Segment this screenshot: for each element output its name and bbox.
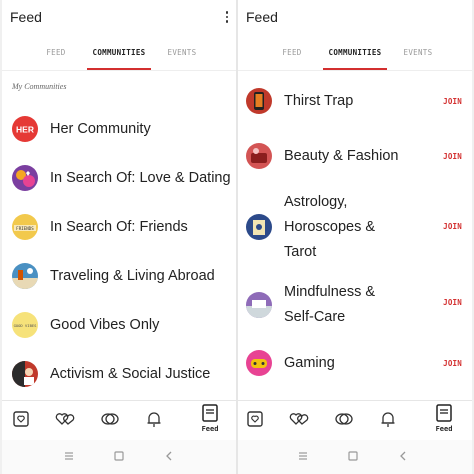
feed-nav-item[interactable]: Feed	[432, 404, 456, 438]
tab-feed[interactable]: FEED	[24, 38, 88, 70]
community-name-line-2: Self-Care	[284, 309, 346, 325]
community-name: Activism & Social Justice	[50, 366, 211, 382]
community-name: In Search Of: Love & Dating	[50, 170, 231, 186]
bottom-navigation: Feed	[2, 400, 236, 439]
community-name: Thirst Trap	[284, 93, 354, 109]
community-name: Good Vibes Only	[50, 317, 160, 333]
feed-nav-label: Feed	[201, 425, 219, 433]
home-system-icon[interactable]	[346, 449, 360, 463]
community-name-line-1: Astrology,	[284, 194, 348, 210]
app-bar: Feed	[238, 0, 472, 36]
community-row-her-community[interactable]: HER Her Community	[10, 114, 236, 144]
suggested-community-gaming[interactable]: Gaming JOIN	[244, 349, 470, 379]
bottom-navigation: Feed	[238, 400, 472, 439]
beauty-fashion-avatar	[246, 143, 272, 169]
mindfulness-avatar	[246, 292, 272, 318]
bell-icon[interactable]	[144, 409, 164, 429]
join-button[interactable]: JOIN	[443, 359, 462, 368]
her-community-avatar: HER	[12, 116, 38, 142]
bell-icon[interactable]	[378, 409, 398, 429]
thirst-trap-avatar	[246, 88, 272, 114]
suggested-community-thirst-trap[interactable]: Thirst Trap JOIN	[244, 87, 470, 117]
menu-system-icon[interactable]	[296, 449, 310, 463]
traveling-avatar	[12, 263, 38, 289]
suggested-community-astrology[interactable]: Astrology, Horoscopes & Tarot JOIN	[244, 190, 470, 266]
feed-icon	[202, 404, 218, 422]
community-name: Gaming	[284, 355, 335, 371]
join-button[interactable]: JOIN	[443, 152, 462, 161]
svg-text:FRIENDS: FRIENDS	[16, 226, 34, 231]
communities-icon[interactable]	[11, 409, 31, 429]
good-vibes-avatar: GOOD VIBES	[12, 312, 38, 338]
friends-avatar: FRIENDS	[12, 214, 38, 240]
hearts-icon[interactable]	[55, 409, 75, 429]
join-button[interactable]: JOIN	[443, 298, 462, 307]
communities-icon[interactable]	[245, 409, 265, 429]
community-row-activism[interactable]: Activism & Social Justice	[10, 359, 236, 389]
tab-feed[interactable]: FEED	[260, 38, 324, 70]
home-system-icon[interactable]	[112, 449, 126, 463]
community-row-love-dating[interactable]: In Search Of: Love & Dating	[10, 163, 236, 193]
community-name-line-1: Mindfulness &	[284, 284, 376, 300]
chat-bubbles-icon[interactable]	[334, 409, 354, 429]
community-name: Her Community	[50, 121, 151, 137]
svg-text:HER: HER	[16, 125, 34, 135]
back-system-icon[interactable]	[162, 449, 176, 463]
activism-avatar	[12, 361, 38, 387]
join-button[interactable]: JOIN	[443, 222, 462, 231]
community-name: In Search Of: Friends	[50, 219, 188, 235]
tab-communities[interactable]: COMMUNITIES	[323, 38, 387, 70]
tabs-divider	[238, 70, 472, 71]
communities-screen-left: Feed FEED COMMUNITIES EVENTS My Communit…	[2, 0, 236, 474]
community-row-friends[interactable]: FRIENDS In Search Of: Friends	[10, 212, 236, 242]
suggested-community-mindfulness[interactable]: Mindfulness & Self-Care JOIN	[244, 280, 470, 330]
feed-nav-label: Feed	[435, 425, 453, 433]
community-name-line-3: Tarot	[284, 244, 317, 260]
system-nav-bar	[238, 440, 472, 474]
love-dating-avatar	[12, 165, 38, 191]
app-bar: Feed	[2, 0, 236, 36]
community-row-good-vibes[interactable]: GOOD VIBES Good Vibes Only	[10, 310, 236, 340]
menu-system-icon[interactable]	[62, 449, 76, 463]
tab-bar: FEED COMMUNITIES EVENTS	[238, 38, 472, 70]
communities-screen-right: Feed FEED COMMUNITIES EVENTS Thirst Trap…	[238, 0, 472, 474]
app-title: Feed	[246, 9, 278, 25]
tabs-divider	[2, 70, 236, 71]
community-name: Beauty & Fashion	[284, 148, 399, 164]
feed-nav-item[interactable]: Feed	[198, 404, 222, 438]
community-row-traveling[interactable]: Traveling & Living Abroad	[10, 261, 236, 291]
tab-events[interactable]: EVENTS	[386, 38, 450, 70]
tab-bar: FEED COMMUNITIES EVENTS	[2, 38, 236, 70]
overflow-menu-icon[interactable]	[224, 11, 230, 25]
community-name: Traveling & Living Abroad	[50, 268, 215, 284]
chat-bubbles-icon[interactable]	[100, 409, 120, 429]
app-title: Feed	[10, 9, 42, 25]
tab-communities[interactable]: COMMUNITIES	[87, 38, 151, 70]
feed-icon	[436, 404, 452, 422]
section-title-my-communities: My Communities	[12, 82, 67, 91]
suggested-community-beauty-fashion[interactable]: Beauty & Fashion JOIN	[244, 142, 470, 172]
astrology-avatar	[246, 214, 272, 240]
svg-text:GOOD VIBES: GOOD VIBES	[14, 323, 38, 328]
gaming-avatar	[246, 350, 272, 376]
community-name-line-2: Horoscopes &	[284, 219, 376, 235]
back-system-icon[interactable]	[396, 449, 410, 463]
hearts-icon[interactable]	[289, 409, 309, 429]
system-nav-bar	[2, 440, 236, 474]
join-button[interactable]: JOIN	[443, 97, 462, 106]
tab-events[interactable]: EVENTS	[150, 38, 214, 70]
